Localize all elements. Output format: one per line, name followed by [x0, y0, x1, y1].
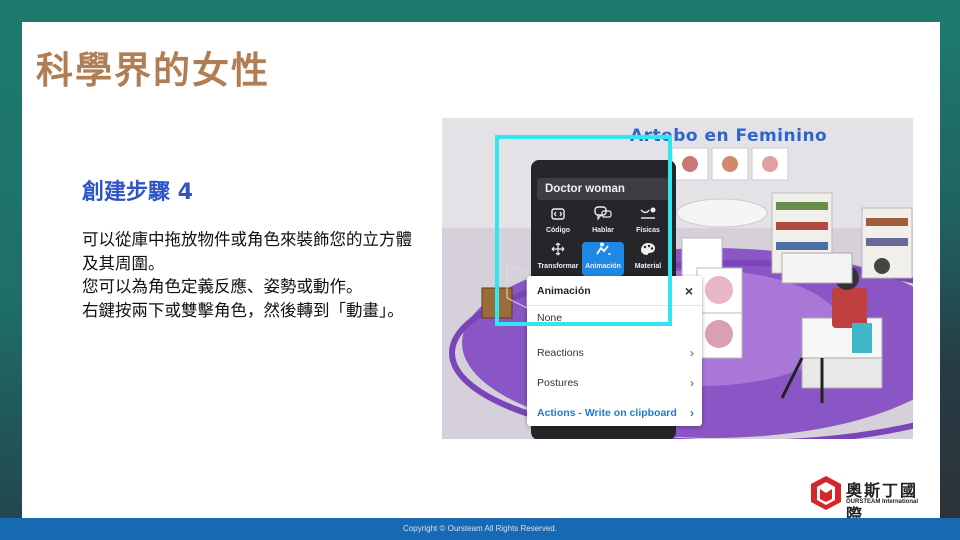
chevron-right-icon: ›: [690, 376, 694, 390]
chevron-right-icon: ›: [690, 406, 694, 420]
menu-item-postures-label: Postures: [537, 377, 579, 389]
menu-item-reactions-label: Reactions: [537, 347, 584, 359]
top-band: [0, 0, 960, 24]
close-icon[interactable]: ×: [685, 276, 693, 306]
menu-item-reactions[interactable]: Reactions ›: [527, 338, 702, 368]
menu-item-actions-label: Actions - Write on clipboard: [537, 407, 677, 419]
body-line-1: 可以從庫中拖放物件或角色來裝飾您的立方體及其周圍。: [82, 230, 412, 273]
menu-item-actions[interactable]: Actions - Write on clipboard ›: [527, 398, 702, 428]
company-logo: 奧斯丁國際 OURSTEAM International: [810, 475, 935, 524]
slide: 科學界的女性 創建步驟 4 可以從庫中拖放物件或角色來裝飾您的立方體及其周圍。 …: [22, 22, 940, 524]
highlight-box: [495, 135, 672, 326]
step-heading: 創建步驟 4: [82, 180, 193, 205]
left-band: [0, 24, 22, 518]
right-band: [938, 24, 960, 518]
logo-mark-icon: [811, 476, 841, 510]
body-text: 可以從庫中拖放物件或角色來裝飾您的立方體及其周圍。 您可以為角色定義反應、姿勢或…: [82, 228, 427, 322]
copyright-text: Copyright © Oursteam All Rights Reserved…: [403, 524, 557, 533]
chevron-right-icon: ›: [690, 346, 694, 360]
menu-item-postures[interactable]: Postures ›: [527, 368, 702, 398]
logo-english-name: OURSTEAM International: [846, 499, 919, 505]
body-line-3: 右鍵按兩下或雙擊角色，然後轉到「動畫」。: [82, 300, 404, 320]
slide-title: 科學界的女性: [36, 49, 270, 92]
app-screenshot: Artebo en Feminino Doctor woman Código H…: [442, 118, 913, 439]
body-line-2: 您可以為角色定義反應、姿勢或動作。: [82, 277, 363, 296]
footer: Copyright © Oursteam All Rights Reserved…: [0, 518, 960, 540]
